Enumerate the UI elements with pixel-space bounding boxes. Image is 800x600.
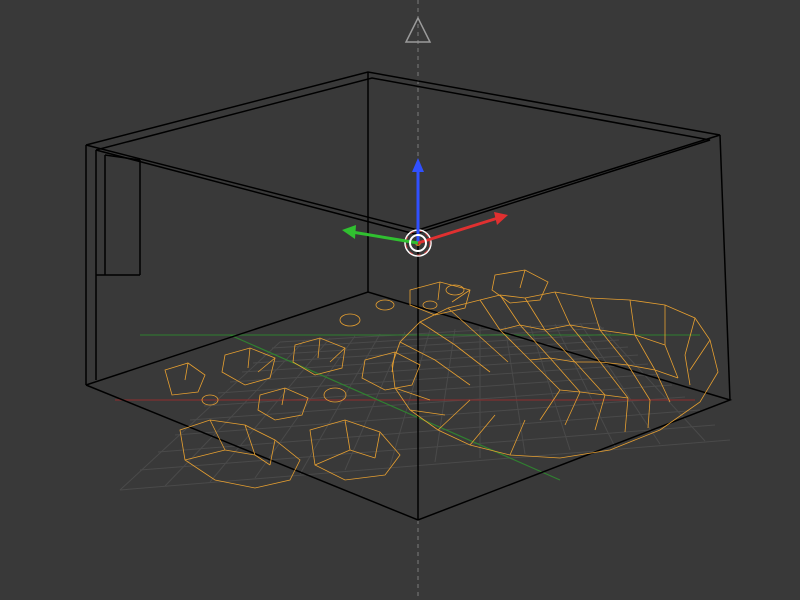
transform-gizmo[interactable] (0, 0, 800, 600)
gizmo-y-axis[interactable] (352, 232, 418, 243)
gizmo-x-axis[interactable] (418, 218, 498, 243)
3d-viewport[interactable] (0, 0, 800, 600)
